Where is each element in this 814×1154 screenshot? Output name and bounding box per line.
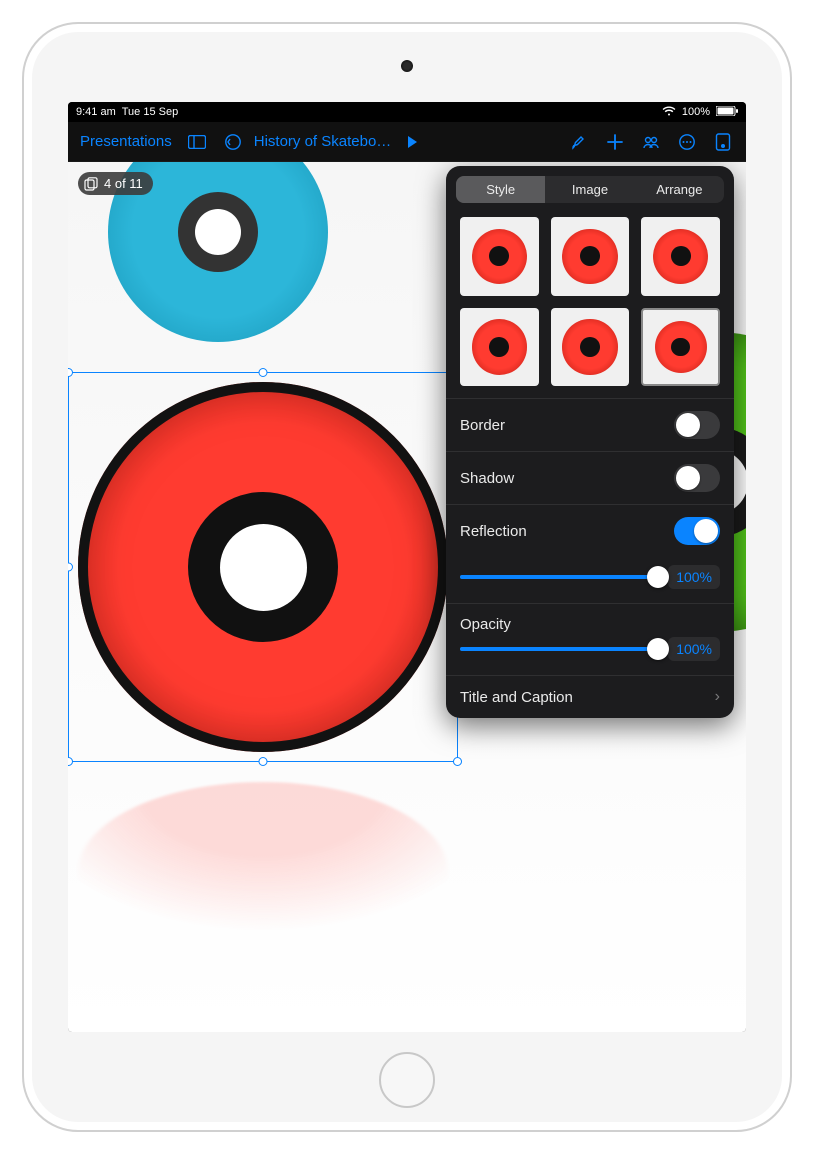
wifi-icon — [662, 106, 676, 119]
format-panel: Style Image Arrange Border — [446, 166, 734, 718]
shadow-row: Shadow — [446, 451, 734, 504]
wheel-image-red[interactable] — [78, 382, 448, 752]
status-bar: 9:41 am Tue 15 Sep 100% — [68, 102, 746, 122]
status-battery-pct: 100% — [682, 106, 710, 118]
tab-arrange[interactable]: Arrange — [635, 176, 724, 203]
title-caption-row[interactable]: Title and Caption › — [446, 675, 734, 718]
wheel-reflection — [78, 782, 448, 932]
opacity-slider-row: 100% — [446, 637, 734, 675]
front-camera — [401, 60, 413, 72]
resize-handle[interactable] — [453, 757, 462, 766]
opacity-row: Opacity — [446, 603, 734, 637]
reflection-value[interactable]: 100% — [668, 565, 720, 589]
collaborate-button[interactable] — [636, 127, 666, 157]
format-tab-segment: Style Image Arrange — [456, 176, 724, 203]
tab-style[interactable]: Style — [456, 176, 545, 203]
shadow-label: Shadow — [460, 470, 514, 487]
chevron-right-icon: › — [715, 688, 720, 706]
border-label: Border — [460, 417, 505, 434]
reflection-toggle[interactable] — [674, 517, 720, 545]
style-preset-grid — [446, 213, 734, 398]
reflection-slider-row: 100% — [446, 557, 734, 603]
style-preset[interactable] — [551, 308, 630, 387]
home-button[interactable] — [379, 1052, 435, 1108]
reflection-row: Reflection — [446, 504, 734, 557]
toolbar: Presentations History of Skatebo… — [68, 122, 746, 162]
style-preset[interactable] — [641, 217, 720, 296]
title-caption-label: Title and Caption — [460, 689, 573, 706]
resize-handle[interactable] — [68, 757, 73, 766]
tab-image[interactable]: Image — [545, 176, 634, 203]
back-button[interactable]: Presentations — [76, 127, 176, 157]
sidebar-toggle-button[interactable] — [182, 127, 212, 157]
style-preset[interactable] — [460, 308, 539, 387]
opacity-label: Opacity — [460, 616, 511, 633]
battery-icon — [716, 106, 738, 119]
more-button[interactable] — [672, 127, 702, 157]
doc-title[interactable]: History of Skatebo… — [254, 127, 392, 157]
presenter-notes-button[interactable] — [708, 127, 738, 157]
back-label: Presentations — [80, 133, 172, 150]
opacity-slider[interactable] — [460, 647, 658, 651]
style-preset[interactable] — [460, 217, 539, 296]
reflection-slider[interactable] — [460, 575, 658, 579]
slides-icon — [84, 177, 98, 191]
resize-handle[interactable] — [68, 368, 73, 377]
ipad-frame: 9:41 am Tue 15 Sep 100% Presentations — [22, 22, 792, 1132]
slide-counter[interactable]: 4 of 11 — [78, 172, 153, 195]
status-date: Tue 15 Sep — [122, 106, 178, 118]
status-time: 9:41 am — [76, 106, 116, 118]
slide-canvas[interactable]: 4 of 11 Style Image Arrange — [68, 162, 746, 1032]
format-paintbrush-button[interactable] — [564, 127, 594, 157]
resize-handle[interactable] — [68, 563, 73, 572]
border-row: Border — [446, 398, 734, 451]
reflection-label: Reflection — [460, 523, 527, 540]
undo-button[interactable] — [218, 127, 248, 157]
style-preset[interactable] — [551, 217, 630, 296]
shadow-toggle[interactable] — [674, 464, 720, 492]
resize-handle[interactable] — [259, 757, 268, 766]
play-button[interactable] — [397, 127, 427, 157]
slide-counter-text: 4 of 11 — [104, 176, 143, 191]
add-button[interactable] — [600, 127, 630, 157]
opacity-value[interactable]: 100% — [668, 637, 720, 661]
resize-handle[interactable] — [259, 368, 268, 377]
style-preset[interactable] — [641, 308, 720, 387]
border-toggle[interactable] — [674, 411, 720, 439]
screen: 9:41 am Tue 15 Sep 100% Presentations — [68, 102, 746, 1032]
